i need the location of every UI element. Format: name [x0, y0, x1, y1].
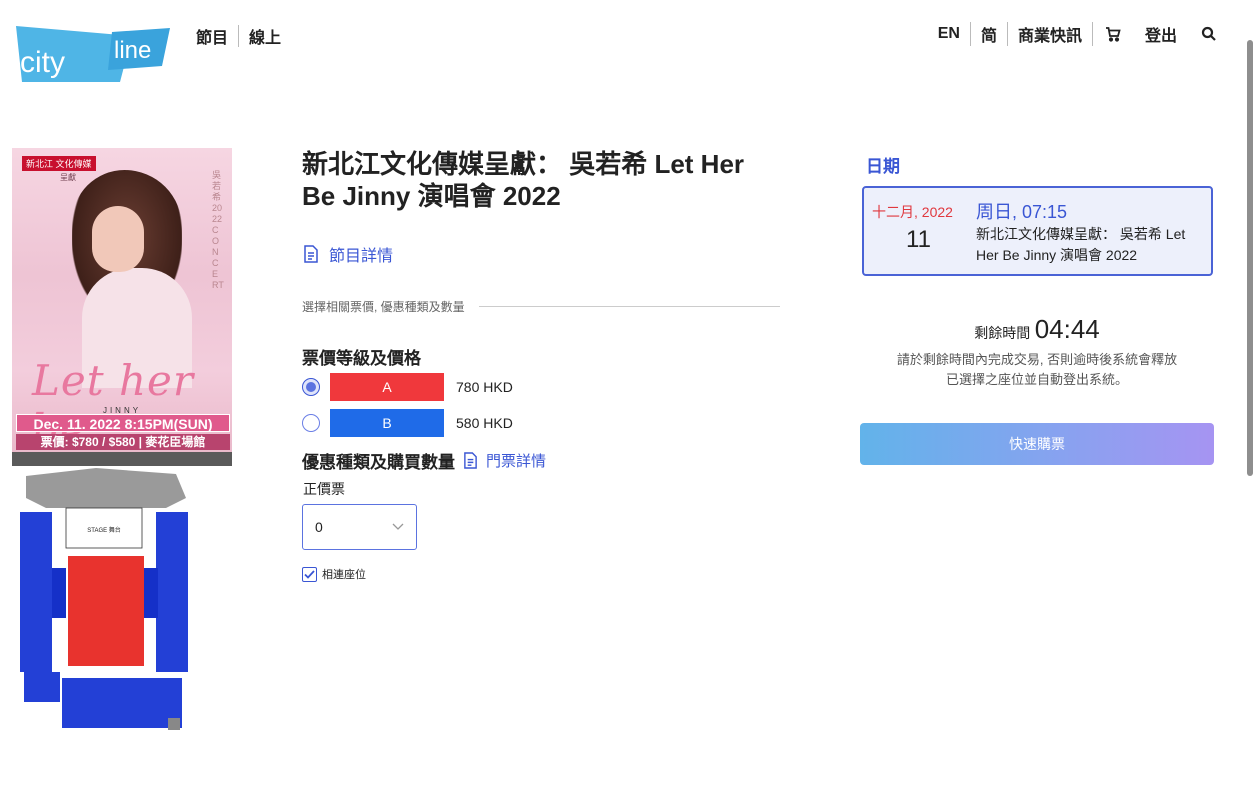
document-icon [464, 452, 477, 469]
event-poster: 新北江 文化傳媒 呈獻 吳若希 2022 CONCERT Let her be … [12, 148, 232, 466]
adjacent-seats-checkbox[interactable] [302, 566, 317, 582]
date-heading: 日期 [866, 157, 900, 176]
poster-brand: 新北江 文化傳媒 [22, 156, 96, 171]
timer-note-line-2: 已選擇之座位並自動登出系統。 [945, 372, 1128, 387]
rear-seat-block [62, 678, 182, 728]
nav-divider [238, 25, 240, 47]
nav-online[interactable]: 線上 [249, 24, 281, 48]
svg-text:city: city [20, 46, 65, 79]
date-card-title: 新北江文化傳媒呈獻： 吳若希 Let Her Be Jinny 演唱會 2022 [976, 226, 1186, 263]
selection-section-text: 選擇相關票價, 優惠種類及數量 [302, 300, 465, 314]
page-scrollbar[interactable] [1247, 40, 1253, 476]
date-month: 十二月, 2022 [872, 204, 953, 220]
cityline-logo[interactable]: city line [12, 22, 174, 86]
left-seat-block [20, 512, 52, 672]
quantity-heading-row: 優惠種類及購買數量 門票詳情 [302, 448, 546, 473]
poster-date: Dec. 11. 2022 8:15PM(SUN) [16, 414, 230, 432]
price-heading: 票價等級及價格 [302, 349, 421, 368]
divider [478, 306, 780, 307]
ticket-tier-b-row[interactable]: B 580 HKD [302, 409, 513, 437]
business-news-link[interactable]: 商業快訊 [1018, 22, 1082, 46]
tier-a-swatch[interactable]: A [330, 373, 444, 401]
date-day: 11 [906, 226, 931, 253]
quantity-value: 0 [315, 519, 323, 535]
selected-date-card[interactable]: 十二月, 2022 11 周日, 07:15 新北江文化傳媒呈獻： 吳若希 Le… [862, 186, 1213, 276]
logout-link[interactable]: 登出 [1145, 22, 1177, 46]
quantity-select[interactable]: 0 [302, 504, 417, 550]
nav-divider [1091, 22, 1093, 46]
right-seat-block [156, 512, 188, 672]
primary-nav: 節目 線上 [196, 24, 281, 48]
timer-label: 剩餘時間 [974, 325, 1031, 341]
cart-icon[interactable] [1103, 24, 1123, 44]
selection-section-label: 選擇相關票價, 優惠種類及數量 [302, 298, 780, 315]
program-details-label: 節目詳情 [329, 248, 394, 265]
adjacent-seats-option[interactable]: 相連座位 [302, 566, 366, 582]
chevron-down-icon [392, 523, 404, 530]
ticket-details-link[interactable]: 門票詳情 [463, 450, 546, 471]
checkmark-icon [304, 569, 315, 579]
timer-note: 請於剩餘時間內完成交易, 否則逾時後系統會釋放 已選擇之座位並自動登出系統。 [860, 350, 1214, 390]
upper-stand [26, 468, 186, 508]
date-weekday-time: 周日, 07:15 [976, 202, 1068, 222]
control-booth [168, 718, 180, 730]
seat-map: STAGE 舞台 [16, 468, 192, 738]
nav-divider [1006, 22, 1008, 46]
quantity-heading: 優惠種類及購買數量 [302, 453, 455, 472]
search-icon[interactable] [1199, 24, 1219, 44]
nav-divider [969, 22, 971, 46]
poster-presents: 呈獻 [60, 173, 76, 182]
adjacent-seats-label: 相連座位 [322, 569, 366, 581]
poster-face [92, 206, 144, 272]
ticket-details-label: 門票詳情 [486, 453, 547, 470]
tier-a-price: 780 HKD [456, 379, 513, 395]
event-title: 新北江文化傳媒呈獻： 吳若希 Let Her Be Jinny 演唱會 2022 [302, 149, 745, 211]
rear-left-block [24, 672, 60, 702]
timer-value: 04:44 [1034, 314, 1100, 344]
lang-en-link[interactable]: EN [938, 25, 960, 43]
countdown-timer: 剩餘時間 04:44 [860, 314, 1214, 345]
program-details-link[interactable]: 節目詳情 [303, 242, 393, 266]
right-wing-block [144, 568, 158, 618]
left-wing-block [52, 568, 66, 618]
ticket-tier-a-row[interactable]: A 780 HKD [302, 373, 513, 401]
logo-graphic: city line [16, 26, 170, 82]
poster-sponsor-strip [12, 452, 232, 466]
category-a-block [68, 556, 144, 666]
timer-note-line-1: 請於剩餘時間內完成交易, 否則逾時後系統會釋放 [896, 352, 1178, 367]
ticket-type-label: 正價票 [303, 481, 345, 497]
svg-text:line: line [114, 37, 151, 64]
document-icon [304, 245, 318, 263]
tier-b-swatch[interactable]: B [330, 409, 444, 437]
tier-b-radio[interactable] [302, 414, 320, 432]
poster-vertical-text: 吳若希 2022 CONCERT [212, 170, 224, 290]
poster-price: 票價: $780 / $580 | 麥花臣場館 [16, 434, 230, 450]
stage-label: STAGE 舞台 [87, 526, 121, 534]
tier-a-radio[interactable] [302, 378, 320, 396]
tier-b-price: 580 HKD [456, 415, 513, 431]
nav-programs[interactable]: 節目 [196, 24, 228, 48]
utility-nav: EN 简 商業快訊 登出 [938, 22, 1219, 46]
lang-sc-link[interactable]: 简 [981, 22, 997, 46]
quick-buy-button[interactable]: 快速購票 [860, 423, 1214, 465]
